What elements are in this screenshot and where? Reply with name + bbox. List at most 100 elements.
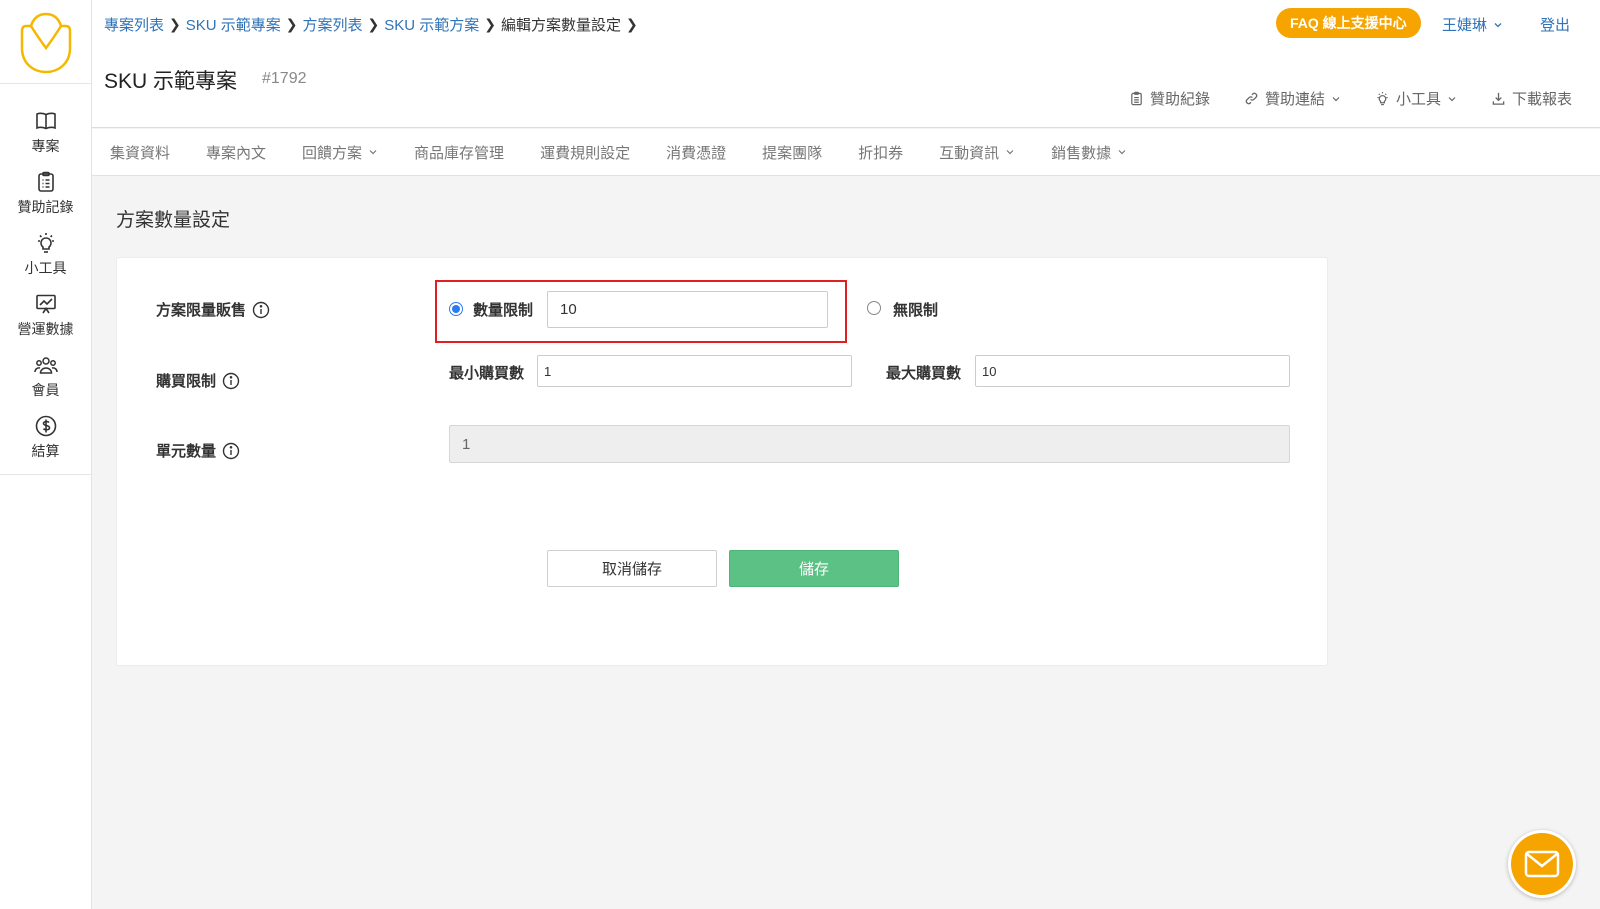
user-name: 王婕琳 [1442, 17, 1488, 34]
breadcrumb: 專案列表 ❯ SKU 示範專案 ❯ 方案列表 ❯ SKU 示範方案 ❯ 編輯方案… [104, 14, 643, 35]
max-purchase-input[interactable]: 10 [975, 355, 1290, 387]
unit-quantity-label-text: 單元數量 [156, 443, 217, 460]
tab-coupons[interactable]: 折扣券 [858, 142, 903, 163]
chevron-right-icon: ❯ [484, 16, 496, 32]
sidebar: 專案 贊助記錄 小工具 營運數據 會員 結算 [0, 0, 92, 909]
sidebar-item-tools[interactable]: 小工具 [0, 224, 92, 285]
tab-sales-data[interactable]: 銷售數據 [1051, 142, 1127, 163]
tab-label: 商品庫存管理 [414, 144, 505, 162]
radio-unlimited-label[interactable]: 無限制 [893, 299, 938, 320]
limit-sale-label-text: 方案限量販售 [156, 302, 247, 319]
chevron-down-icon [1332, 96, 1340, 101]
breadcrumb-link-project-list[interactable]: 專案列表 [104, 14, 164, 35]
tab-label: 提案團隊 [762, 144, 823, 162]
tab-inventory[interactable]: 商品庫存管理 [414, 142, 504, 163]
breadcrumb-current: 編輯方案數量設定 [501, 17, 622, 34]
unit-quantity-input: 1 [449, 425, 1290, 463]
chevron-down-icon [1494, 22, 1502, 27]
radio-limited-label[interactable]: 數量限制 [473, 299, 533, 320]
breadcrumb-link-plan-list[interactable]: 方案列表 [303, 14, 363, 35]
sidebar-item-label: 會員 [31, 382, 60, 398]
purchase-limit-label: 購買限制 [156, 370, 240, 391]
tab-label: 回饋方案 [302, 144, 363, 162]
header: 專案列表 ❯ SKU 示範專案 ❯ 方案列表 ❯ SKU 示範方案 ❯ 編輯方案… [92, 0, 1600, 128]
sidebar-item-members[interactable]: 會員 [0, 346, 92, 407]
project-title: SKU 示範專案 [104, 70, 238, 93]
quantity-settings-card: 方案限量販售 數量限制 10 無限制 購買限制 最小購買數 1 最大購買數 10… [116, 257, 1328, 666]
tool-label: 贊助連結 [1264, 91, 1325, 108]
sidebar-item-sponsor-records[interactable]: 贊助記錄 [0, 163, 92, 224]
chevron-down-icon [1448, 96, 1456, 101]
radio-limited[interactable] [449, 302, 463, 316]
faq-support-button[interactable]: FAQ 線上支援中心 [1276, 8, 1421, 38]
max-purchase-label: 最大購買數 [886, 365, 962, 382]
chevron-down-icon [1118, 150, 1126, 155]
tool-label: 小工具 [1395, 91, 1441, 108]
chat-button-inner [1511, 833, 1573, 895]
sidebar-item-label: 贊助記錄 [17, 199, 74, 215]
tab-label: 運費規則設定 [540, 144, 631, 162]
chevron-right-icon: ❯ [285, 16, 298, 32]
lightbulb-icon [37, 233, 54, 253]
page-title: 方案數量設定 [116, 210, 231, 231]
tool-sponsor-records[interactable]: 贊助紀錄 [1129, 88, 1210, 109]
chevron-down-icon [1006, 150, 1014, 155]
clipboard-icon [37, 171, 54, 192]
book-icon [35, 112, 56, 130]
tab-interactions[interactable]: 互動資訊 [939, 142, 1015, 163]
tab-vouchers[interactable]: 消費憑證 [666, 142, 726, 163]
logo-icon [20, 12, 71, 73]
tool-download-report[interactable]: 下載報表 [1491, 88, 1572, 109]
purchase-limit-label-text: 購買限制 [156, 373, 217, 390]
tool-sponsor-links[interactable]: 贊助連結 [1244, 88, 1341, 109]
limit-quantity-input[interactable]: 10 [547, 291, 828, 328]
info-icon[interactable] [252, 301, 270, 319]
sidebar-item-label: 營運數據 [17, 321, 74, 337]
min-purchase-label: 最小購買數 [449, 365, 525, 382]
unit-quantity-label: 單元數量 [156, 440, 240, 461]
info-icon[interactable] [222, 442, 240, 460]
chevron-down-icon [369, 150, 377, 155]
info-icon[interactable] [222, 372, 240, 390]
cancel-button[interactable]: 取消儲存 [547, 550, 717, 587]
chevron-right-icon: ❯ [626, 16, 638, 32]
tab-label: 互動資訊 [939, 144, 1000, 162]
tool-widgets[interactable]: 小工具 [1375, 88, 1457, 109]
min-purchase-input[interactable]: 1 [537, 355, 852, 387]
logout-link[interactable]: 登出 [1540, 14, 1570, 35]
tab-label: 折扣券 [858, 144, 904, 162]
tab-reward-plans[interactable]: 回饋方案 [302, 142, 378, 163]
tab-project-content[interactable]: 專案內文 [206, 142, 266, 163]
tool-label: 下載報表 [1511, 91, 1572, 108]
sidebar-item-analytics[interactable]: 營運數據 [0, 285, 92, 346]
toolbar: 贊助紀錄 贊助連結 小工具 下載報表 [1129, 88, 1572, 109]
project-id: #1792 [262, 70, 307, 87]
tab-funding-info[interactable]: 集資資料 [110, 142, 170, 163]
chat-button[interactable] [1508, 830, 1576, 898]
logo[interactable] [0, 0, 91, 84]
sidebar-item-label: 結算 [31, 443, 60, 459]
mail-icon [1524, 850, 1560, 878]
tool-label: 贊助紀錄 [1149, 91, 1210, 108]
breadcrumb-link-project[interactable]: SKU 示範專案 [186, 14, 281, 35]
tab-shipping-rules[interactable]: 運費規則設定 [540, 142, 630, 163]
radio-unlimited[interactable] [867, 301, 881, 315]
sidebar-item-settlement[interactable]: 結算 [0, 407, 92, 468]
sidebar-item-label: 小工具 [24, 260, 67, 276]
project-tabs: 集資資料 專案內文 回饋方案 商品庫存管理 運費規則設定 消費憑證 提案團隊 折… [92, 129, 1600, 176]
lightbulb-icon [1377, 91, 1388, 106]
clipboard-icon [1131, 91, 1142, 106]
user-menu[interactable]: 王婕琳 [1442, 14, 1503, 35]
tab-label: 專案內文 [206, 144, 267, 162]
sidebar-item-label: 專案 [31, 138, 60, 154]
dollar-icon [35, 415, 56, 437]
tab-label: 集資資料 [110, 144, 171, 162]
tab-team[interactable]: 提案團隊 [762, 142, 822, 163]
save-button[interactable]: 儲存 [729, 550, 899, 587]
sidebar-divider [0, 474, 92, 475]
breadcrumb-link-plan[interactable]: SKU 示範方案 [384, 14, 479, 35]
sidebar-item-project[interactable]: 專案 [0, 102, 92, 163]
chevron-right-icon: ❯ [169, 16, 181, 32]
tab-label: 銷售數據 [1051, 144, 1112, 162]
limit-sale-label: 方案限量販售 [156, 299, 270, 320]
